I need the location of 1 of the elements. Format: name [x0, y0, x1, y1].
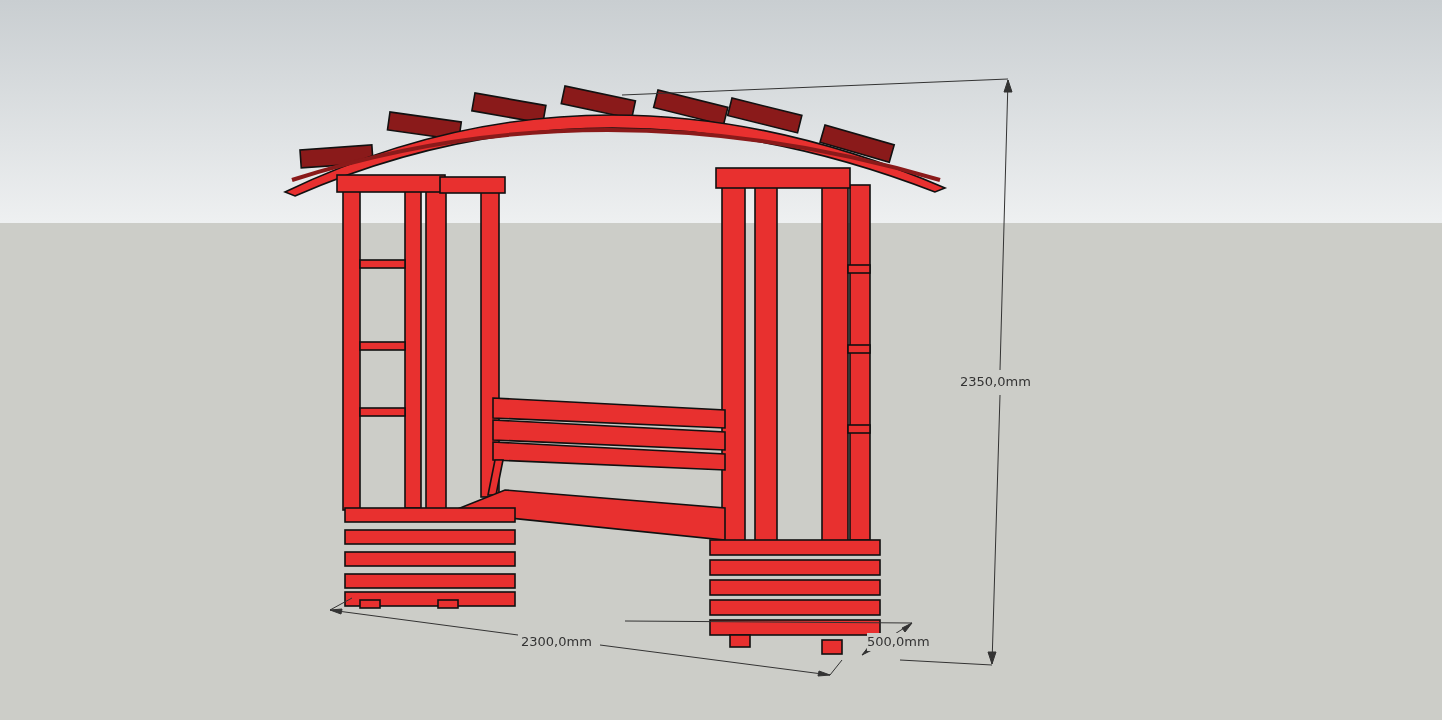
dimension-label: 500,0mm	[867, 633, 930, 651]
